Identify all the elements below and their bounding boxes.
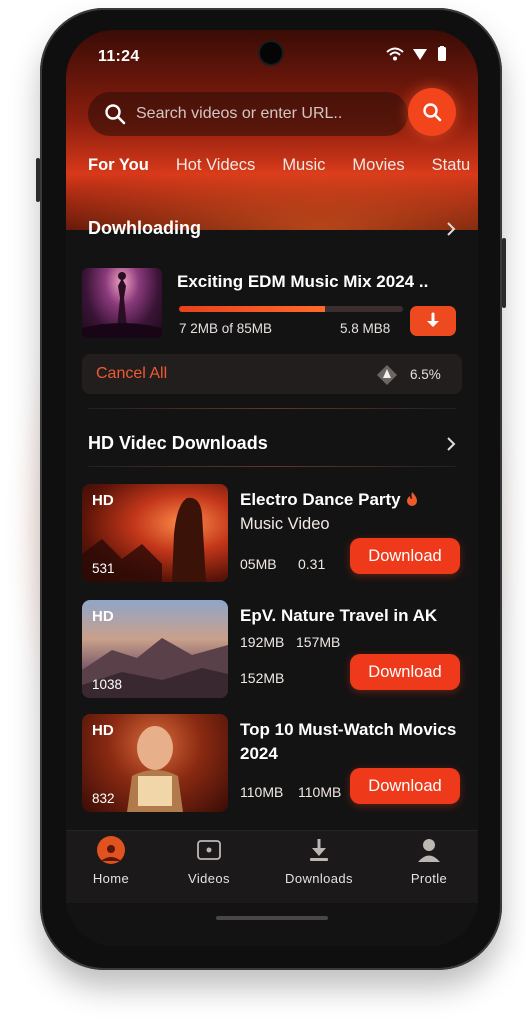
- hd-section-title: HD Videc Downloads: [88, 433, 268, 453]
- video-meta: 110MB: [298, 784, 342, 800]
- diamond-icon: [377, 365, 397, 385]
- wifi-icon: [386, 47, 404, 61]
- arrow-down-icon: [427, 312, 439, 327]
- nav-profile[interactable]: Protle: [384, 835, 474, 886]
- download-action-button[interactable]: [410, 306, 456, 336]
- video-title: Top 10 Must-Watch Movics 2024: [240, 720, 457, 763]
- category-tabs: For You Hot Videcs Music Movies Statu: [88, 156, 478, 175]
- nav-downloads[interactable]: Downloads: [274, 835, 364, 886]
- status-time: 11:24: [98, 48, 140, 65]
- nav-label: Home: [92, 871, 130, 886]
- download-percent: 6.5%: [410, 367, 441, 382]
- chevron-right-icon[interactable]: [446, 437, 456, 451]
- video-meta: 0.31: [298, 556, 326, 572]
- power-button: [502, 238, 506, 308]
- download-progress-fill: [179, 306, 325, 312]
- search-bar[interactable]: Search videos or enter URL..: [88, 92, 408, 136]
- cancel-all-button[interactable]: Cancel All: [96, 365, 167, 383]
- camera-cutout: [260, 42, 282, 64]
- video-item[interactable]: HD 531 Electro Dance Party Music Video 0…: [82, 484, 466, 584]
- nav-label: Videos: [188, 871, 230, 886]
- divider: [88, 466, 456, 467]
- download-speed: 5.8 MB8: [340, 321, 391, 336]
- search-button[interactable]: [408, 88, 456, 136]
- video-meta: 152MB: [240, 670, 285, 686]
- video-icon: [194, 835, 224, 865]
- download-button[interactable]: Download: [350, 768, 460, 804]
- video-size: 192MB: [240, 634, 285, 650]
- hd-badge: HD: [92, 608, 114, 625]
- hd-badge: HD: [92, 492, 114, 509]
- download-icon: [304, 835, 334, 865]
- nav-label: Protle: [410, 871, 448, 886]
- search-input[interactable]: Search videos or enter URL..: [136, 105, 342, 123]
- video-title: Electro Dance Party: [240, 488, 419, 512]
- video-thumbnail: HD 1038: [82, 600, 228, 698]
- profile-icon: [414, 835, 444, 865]
- view-count: 531: [92, 561, 115, 576]
- signal-icon: [413, 49, 427, 60]
- video-meta: 157MB: [296, 634, 341, 650]
- video-title: EpV. Nature Travel in AK: [240, 606, 438, 625]
- video-thumbnail: HD 531: [82, 484, 228, 582]
- video-item[interactable]: HD 1038 EpV. Nature Travel in AK 192MB 1…: [82, 600, 466, 700]
- video-item[interactable]: HD 832 Top 10 Must-Watch Movics 2024 110…: [82, 714, 466, 814]
- search-icon: [423, 103, 442, 122]
- video-size: 05MB: [240, 556, 277, 572]
- hd-badge: HD: [92, 722, 114, 739]
- volume-button: [36, 158, 40, 202]
- download-button[interactable]: Download: [350, 654, 460, 690]
- video-subtitle: Music Video: [240, 515, 330, 533]
- divider: [88, 408, 456, 409]
- bottom-nav: Home Videos Downloads Protle: [66, 830, 478, 903]
- tab-music[interactable]: Music: [282, 156, 325, 175]
- chevron-right-icon[interactable]: [446, 222, 456, 236]
- view-count: 1038: [92, 677, 123, 692]
- app-screen: 11:24 Search videos or enter URL.. For Y…: [66, 30, 478, 946]
- downloading-item[interactable]: Exciting EDM Music Mix 2024 .. 7 2MB of …: [82, 266, 462, 346]
- status-bar: 11:24: [66, 30, 478, 80]
- view-count: 832: [92, 791, 115, 806]
- nav-home[interactable]: Home: [66, 835, 156, 886]
- downloading-section-title: Dowhloading: [88, 218, 201, 238]
- video-thumbnail: HD 832: [82, 714, 228, 812]
- tab-movies[interactable]: Movies: [352, 156, 404, 175]
- downloading-title: Exciting EDM Music Mix 2024 ..: [177, 272, 429, 291]
- download-size-progress: 7 2MB of 85MB: [179, 321, 273, 336]
- video-title-text: Electro Dance Party: [240, 490, 401, 509]
- battery-icon: [438, 46, 446, 61]
- cancel-row: Cancel All 6.5%: [82, 354, 462, 394]
- search-icon: [105, 104, 126, 125]
- tab-hot-videos[interactable]: Hot Videcs: [176, 156, 256, 175]
- home-icon: [96, 835, 126, 865]
- tab-for-you[interactable]: For You: [88, 156, 149, 175]
- tab-status[interactable]: Statu: [432, 156, 471, 175]
- nav-videos[interactable]: Videos: [164, 835, 254, 886]
- status-icons: [386, 46, 448, 62]
- nav-label: Downloads: [285, 871, 353, 886]
- concert-image: [82, 272, 162, 338]
- download-button[interactable]: Download: [350, 538, 460, 574]
- home-indicator[interactable]: [216, 916, 328, 920]
- video-size: 110MB: [240, 784, 284, 800]
- download-progress-bar: [179, 306, 403, 312]
- flame-icon: [407, 492, 418, 506]
- downloading-thumbnail: [82, 268, 162, 338]
